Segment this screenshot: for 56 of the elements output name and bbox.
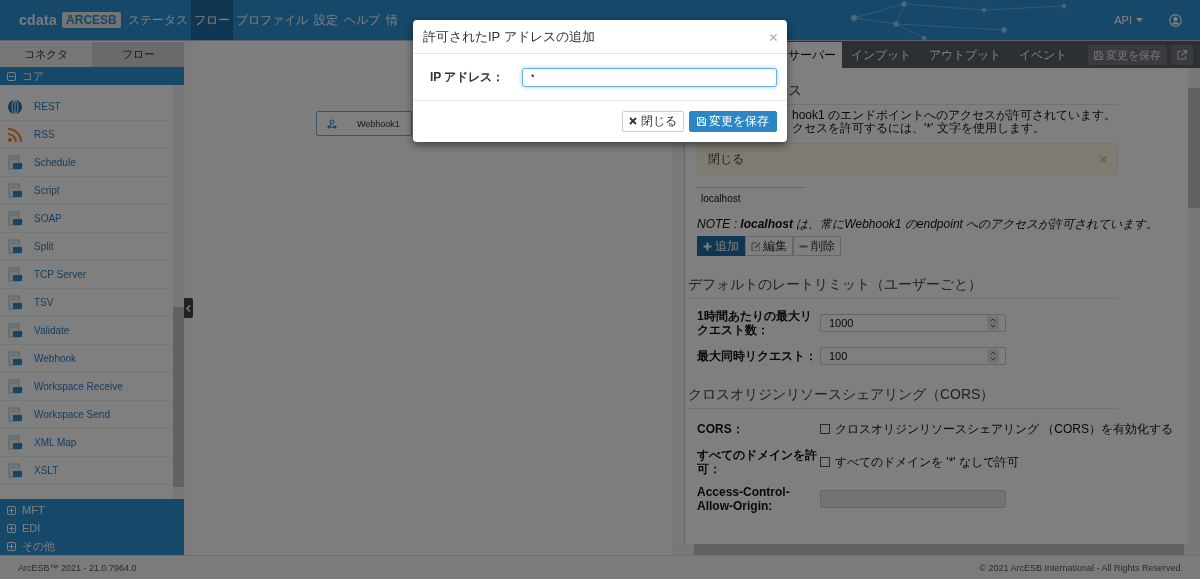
nav-item[interactable]: 情 xyxy=(382,0,398,40)
nav-item[interactable]: ステータス xyxy=(124,0,191,40)
field-label: 最大同時リクエスト： xyxy=(697,349,818,363)
checkbox-option[interactable]: すべてのドメインを '*' なしで許可 xyxy=(820,453,1019,471)
field-label: IP アドレス： xyxy=(430,68,506,86)
connector-item[interactable]: Workspace Receive xyxy=(0,373,173,401)
version-text: ArcESB™ 2021 - 21.0.7964.0 xyxy=(18,562,137,573)
number-field[interactable]: 100 xyxy=(820,347,1006,365)
connector-item[interactable]: REST xyxy=(0,93,173,121)
description-text: クセスを許可するには、'*' 文字を使用します。 xyxy=(792,122,1046,135)
dialog-title: 許可されたIP アドレスの追加 xyxy=(423,27,595,46)
field-label: すべてのドメインを許可： xyxy=(697,448,818,476)
sidebar-tab[interactable]: コネクタ xyxy=(0,42,92,67)
connector-item[interactable]: Schedule xyxy=(0,149,173,177)
tab[interactable]: インプット xyxy=(842,42,920,68)
tab[interactable]: アウトプット xyxy=(920,42,1010,68)
field-label: Access-Control-Allow-Origin: xyxy=(697,485,791,513)
nav-item[interactable]: ヘルプ xyxy=(340,0,383,40)
connector-item[interactable]: Split xyxy=(0,233,173,261)
sidebar-tab[interactable]: フロー xyxy=(92,42,184,67)
connector-item[interactable]: RSS xyxy=(0,121,173,149)
field-label: CORS： xyxy=(697,422,745,436)
connector-item[interactable]: TSV xyxy=(0,289,173,317)
section-title: ス xyxy=(787,82,803,100)
button[interactable]: 編集 xyxy=(745,236,793,256)
copyright-text: © 2021 ArcESB International - All Rights Reserved. xyxy=(979,562,1183,573)
logo-text: cdata xyxy=(19,12,58,28)
ip-address-field[interactable]: * xyxy=(522,67,777,87)
alert-message: 閉じる xyxy=(697,143,1118,176)
button[interactable]: 追加 xyxy=(697,236,745,256)
checkbox-option[interactable]: クロスオリジンリソースシェアリング （CORS）を有効化する xyxy=(820,420,1173,438)
number-field[interactable]: 1000 xyxy=(820,314,1006,332)
flow-node[interactable]: Webhook1 xyxy=(316,111,412,136)
connector-item[interactable]: Script xyxy=(0,177,173,205)
save-button[interactable]: 変更を保存 xyxy=(689,111,777,132)
connector-item[interactable]: Workspace Send xyxy=(0,401,173,429)
connector-item[interactable]: XSLT xyxy=(0,457,173,485)
section-title: デフォルトのレートリミット（ユーザーごと） xyxy=(688,276,983,294)
tab[interactable]: イベント xyxy=(1010,42,1076,68)
connector-item[interactable]: XML Map xyxy=(0,429,173,457)
connector-item[interactable]: Webhook xyxy=(0,345,173,373)
connector-item[interactable]: TCP Server xyxy=(0,261,173,289)
note-text: NOTE : localhost は、常にWebhook1 のendpoint へのアクセスが許可されています。 xyxy=(697,216,1160,233)
button[interactable]: 削除 xyxy=(793,236,841,256)
close-button[interactable]: 閉じる xyxy=(622,111,684,132)
nav-item[interactable]: 設定 xyxy=(310,0,341,40)
field-label: 1時間あたりの最大リクエスト数： xyxy=(697,309,813,337)
description-text: hook1 のエンドポイントへのアクセスが許可されています。 xyxy=(792,109,1118,122)
nav-item[interactable]: フロー xyxy=(190,0,233,40)
section-title: クロスオリジンリソースシェアリング（CORS） xyxy=(688,386,996,404)
api-menu[interactable]: API xyxy=(1114,14,1143,26)
product-badge: ARCESB xyxy=(62,12,121,28)
group-header[interactable]: コア xyxy=(0,67,184,85)
connector-item[interactable]: Validate xyxy=(0,317,173,345)
list-item[interactable]: localhost xyxy=(697,188,805,209)
connector-item[interactable]: SOAP xyxy=(0,205,173,233)
